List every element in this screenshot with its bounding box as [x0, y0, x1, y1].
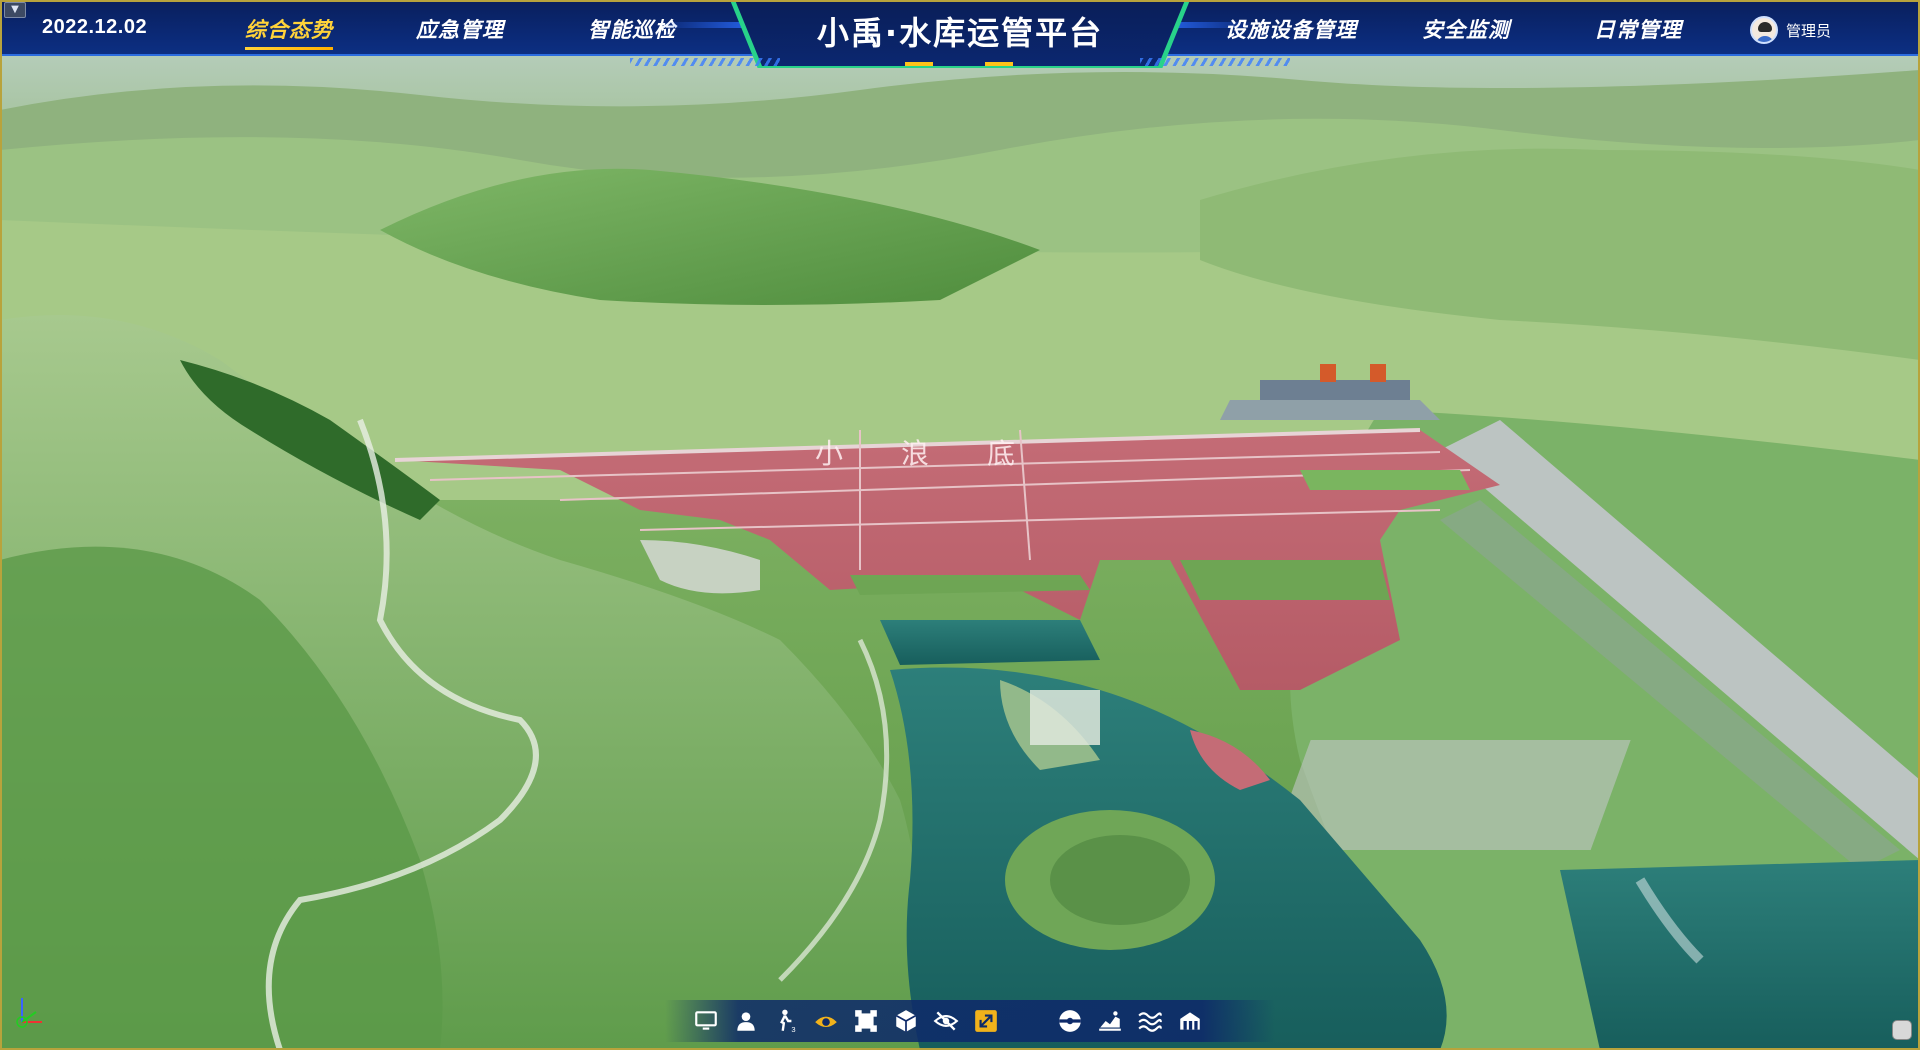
collapse-button[interactable]: ▼	[4, 2, 26, 18]
person-tool-button[interactable]	[729, 1004, 763, 1038]
title-accent-right	[985, 62, 1013, 66]
dam-label: 小浪底	[815, 437, 1074, 470]
cube-icon	[895, 1010, 917, 1032]
stripe-decoration-left	[630, 58, 780, 66]
nav-tab-inspection[interactable]: 智能巡检	[588, 14, 676, 44]
nav-tab-emergency[interactable]: 应急管理	[416, 14, 504, 44]
globe-tool-button[interactable]	[1053, 1004, 1087, 1038]
nav-tab-safety-monitoring[interactable]: 安全监测	[1422, 14, 1510, 44]
current-date: 2022.12.02	[42, 16, 148, 38]
nav-tab-daily-management[interactable]: 日常管理	[1594, 14, 1682, 44]
eye-icon	[815, 1016, 837, 1027]
user-avatar-icon	[1750, 16, 1778, 44]
view-tool-button[interactable]	[809, 1004, 843, 1038]
building-tool-button[interactable]	[1173, 1004, 1207, 1038]
user-menu[interactable]: 管理员	[1750, 16, 1831, 44]
water-level-icon	[1138, 1012, 1162, 1032]
3d-scene-viewport[interactable]: 小浪底	[0, 0, 1920, 1050]
axes-gizmo-icon	[16, 998, 42, 1028]
frame-select-icon	[855, 1010, 877, 1032]
nav-tab-facility-management[interactable]: 设施设备管理	[1225, 14, 1357, 44]
chart-area-icon	[1099, 1011, 1121, 1031]
page-title: 小禹·水库运管平台	[816, 14, 1104, 52]
hide-tool-button[interactable]	[929, 1004, 963, 1038]
monitor-icon	[695, 1011, 717, 1030]
model-tool-button[interactable]	[889, 1004, 923, 1038]
fullscreen-icon	[975, 1010, 997, 1032]
person-3-icon: 3	[780, 1009, 796, 1034]
fullscreen-tool-button[interactable]	[969, 1004, 1003, 1038]
bottom-toolbar: 3	[665, 1000, 1275, 1042]
frame-select-tool-button[interactable]	[849, 1004, 883, 1038]
globe-icon	[1059, 1010, 1081, 1032]
terrain-analysis-tool-button[interactable]	[1093, 1004, 1127, 1038]
monitor-tool-button[interactable]	[689, 1004, 723, 1038]
stripe-decoration-right	[1140, 58, 1290, 66]
title-accent-left	[905, 62, 933, 66]
nav-tab-overview[interactable]: 综合态势	[245, 14, 333, 50]
water-level-tool-button[interactable]	[1133, 1004, 1167, 1038]
svg-text:3: 3	[791, 1025, 795, 1034]
eye-hidden-icon	[933, 1011, 959, 1031]
terrain-render	[0, 56, 1920, 1050]
corner-toggle-button[interactable]	[1892, 1020, 1912, 1040]
walk-tool-button[interactable]: 3	[769, 1004, 803, 1038]
building-icon	[1180, 1012, 1200, 1030]
user-name: 管理员	[1786, 21, 1832, 40]
person-icon	[737, 1012, 755, 1031]
